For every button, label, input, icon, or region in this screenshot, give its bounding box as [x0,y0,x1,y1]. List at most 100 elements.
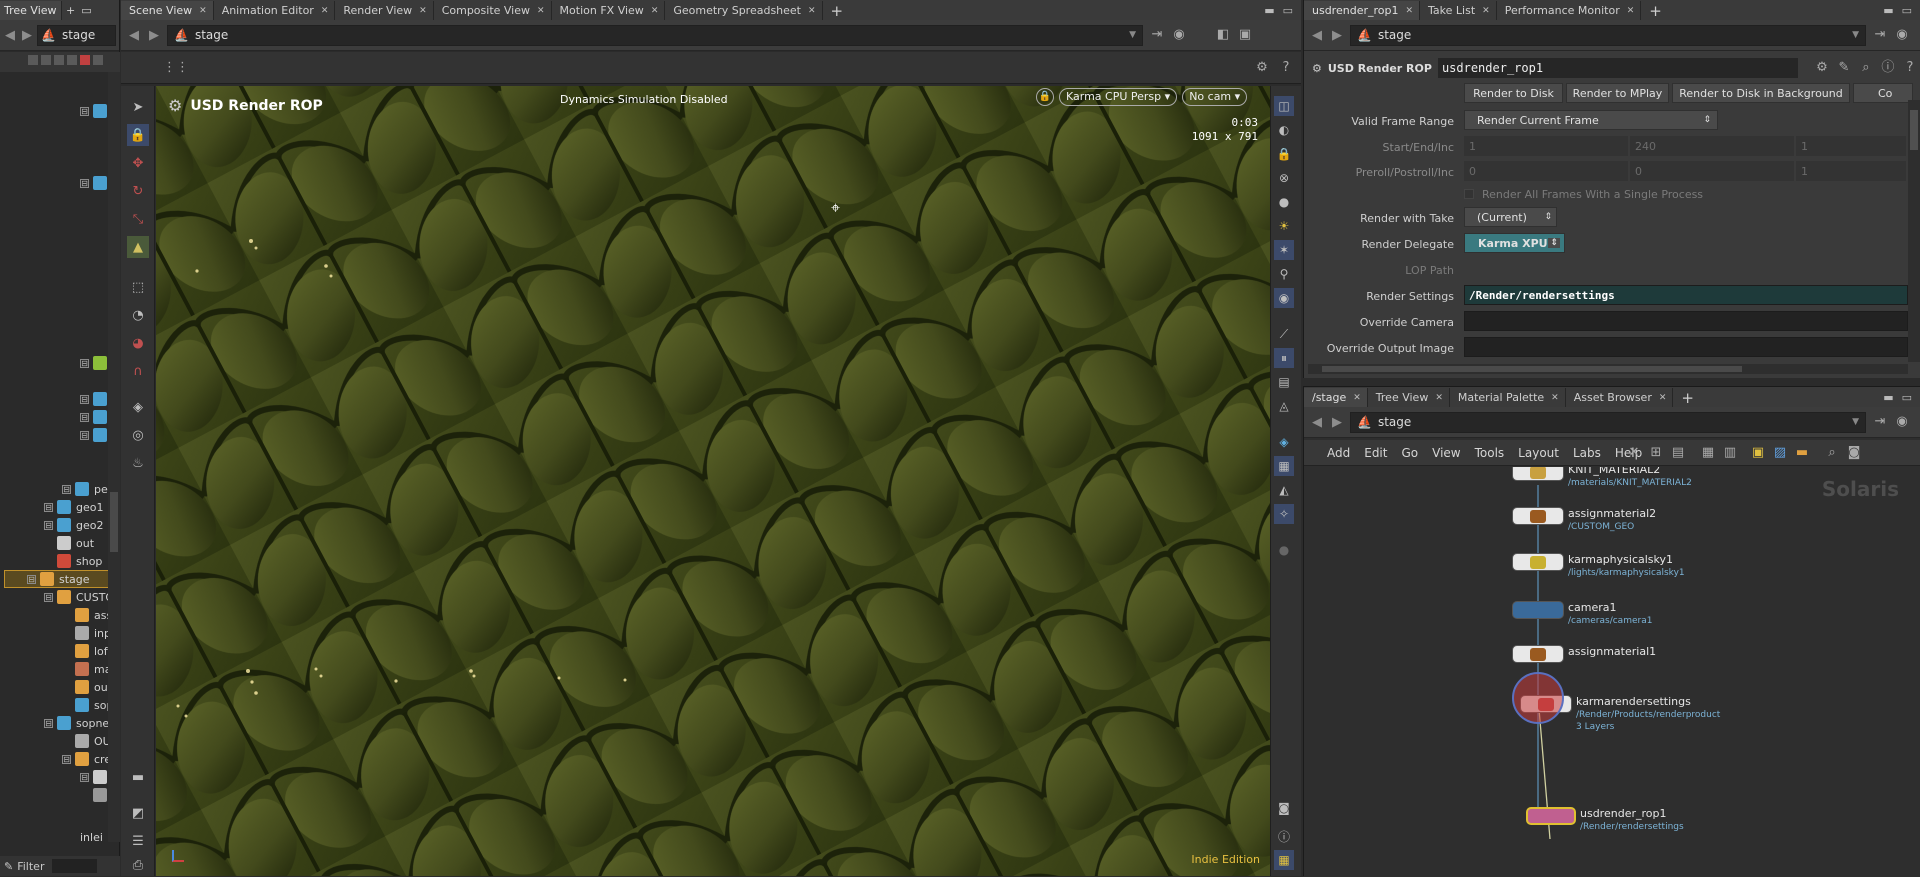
scale-tool-icon[interactable]: ⤡ [127,208,149,230]
tree-row[interactable]: rer [98,264,108,282]
link-icon[interactable]: ◉ [1894,27,1910,43]
expand-icon[interactable]: ⊟ [80,358,89,368]
viewport-path-field[interactable]: ⛵ stage ▼ [167,24,1143,46]
tree-row[interactable]: assign [62,606,108,624]
maximize-icon[interactable]: ▭ [1902,389,1912,407]
tab-network-1[interactable]: Tree View ✕ [1367,388,1450,407]
palette-icon[interactable]: ◈ [1274,432,1294,452]
tree-row[interactable] [80,786,108,804]
tree-row[interactable]: rer [98,300,108,318]
expand-icon[interactable]: ⊟ [80,772,89,782]
film-icon[interactable]: ▤ [1274,372,1294,392]
info-icon[interactable]: ⓘ [1274,826,1294,846]
close-icon[interactable]: ✕ [1435,393,1443,403]
link-icon[interactable]: ◉ [1894,414,1910,430]
image-icon[interactable]: ▨ [1772,445,1788,461]
pin-icon[interactable]: ⇥ [1872,27,1888,43]
display-options-icon[interactable]: ◫ [1274,96,1294,116]
menu-go[interactable]: Go [1394,446,1425,460]
close-icon[interactable]: ✕ [1659,393,1667,403]
paint-icon[interactable]: ◩ [127,802,149,824]
node-body[interactable] [1512,507,1564,525]
lock-tool-icon[interactable]: 🔒 [127,124,149,146]
pin-icon[interactable]: ⇥ [1149,27,1165,43]
add-tab-icon[interactable]: + [1673,389,1702,407]
expand-icon[interactable]: ⊟ [80,394,89,404]
pane-menu-icon[interactable]: ▬ [1883,389,1893,407]
camera-dropdown[interactable]: No cam ▾ [1182,88,1248,106]
tree-row[interactable]: OU [62,732,108,750]
add-tab-icon[interactable]: + [823,2,852,20]
tree-icon[interactable]: ⊞ [1648,445,1664,461]
back-icon[interactable]: ◀ [1310,28,1324,43]
paint-bucket-icon[interactable]: ◬ [1274,396,1294,416]
tree-row[interactable]: ⊟ sopne [44,714,108,732]
maximize-icon[interactable]: ▭ [1283,2,1293,20]
tree-row[interactable]: ⊟ petal [62,480,108,498]
tree-row[interactable]: ⊟slo [80,354,108,372]
tree-row[interactable]: output [62,678,108,696]
override-camera-field[interactable] [1464,311,1908,331]
lock-icon[interactable]: 🔒 [1036,88,1054,106]
camera-view-icon[interactable]: ◉ [1274,288,1294,308]
forward-icon[interactable]: ▶ [147,28,161,43]
tab-viewport-3[interactable]: Composite View ✕ [433,1,552,20]
stack-icon[interactable]: ☰ [127,830,149,852]
inc-frame-field[interactable]: 1 [1796,136,1906,156]
tree-row[interactable]: sul [98,372,108,390]
end-frame-field[interactable]: 240 [1630,136,1794,156]
network-node[interactable]: KNIT_MATERIAL2/materials/KNIT_MATERIAL2 [1512,467,1692,489]
menu-labs[interactable]: Labs [1566,446,1608,460]
transform-tool-icon[interactable]: ✥ [127,152,149,174]
dot-icon[interactable]: ● [1274,540,1294,560]
network-node[interactable]: usdrender_rop1/Render/rendersettings [1526,807,1684,833]
preroll-field[interactable]: 0 [1464,161,1628,181]
tree-row[interactable]: rer [98,336,108,354]
tree-row[interactable]: tra [98,462,108,480]
start-frame-field[interactable]: 1 [1464,136,1628,156]
tree-row[interactable]: mu [98,138,108,156]
wrench-icon[interactable]: ✕ [1626,445,1642,461]
maximize-icon[interactable]: ▭ [1902,2,1912,20]
close-icon[interactable]: ✕ [1405,6,1413,16]
light-tool-icon[interactable]: ♨ [127,452,149,474]
node-body[interactable] [1512,553,1564,571]
close-icon[interactable]: ✕ [199,6,207,16]
guide-icon[interactable]: ◭ [1274,480,1294,500]
tab-params-0[interactable]: usdrender_rop1 ✕ [1304,1,1421,20]
network-path-field[interactable]: ⛵ stage ▼ [1350,411,1866,433]
menu-view[interactable]: View [1425,446,1467,460]
left-path-field[interactable]: ⛵ stage [37,24,116,46]
tree-scrollbar[interactable] [108,72,120,842]
expand-icon[interactable]: ⊟ [44,592,53,602]
menu-tools[interactable]: Tools [1468,446,1512,460]
info-icon[interactable]: ⓘ [1880,60,1896,76]
bulb-icon[interactable]: ⚲ [1274,264,1294,284]
tree-row[interactable]: ⊟pre [80,174,108,192]
expand-icon[interactable]: ⊟ [80,106,89,116]
tree-row[interactable]: ⊟ geo1 [44,498,108,516]
help-icon[interactable]: ? [1902,60,1918,76]
network-node[interactable]: camera1/cameras/camera1 [1512,601,1652,627]
lasso-tool-icon[interactable]: ◔ [127,304,149,326]
tree-row[interactable]: input [62,624,108,642]
expand-icon[interactable]: ⊟ [62,754,71,764]
folder-icon[interactable]: ▬ [1794,445,1810,461]
tree-row[interactable]: shop [44,552,108,570]
network-node[interactable]: assignmaterial1 [1512,645,1656,663]
expand-icon[interactable]: ⊟ [27,574,36,584]
list-icon[interactable]: ▤ [1670,445,1686,461]
camera-icon[interactable]: ◧ [1215,27,1231,43]
node-name-field[interactable]: usdrender_rop1 [1437,58,1798,78]
hscroll-thumb[interactable] [1322,366,1742,372]
pause-icon[interactable]: ⏸ [1274,348,1294,368]
pane-menu-icon[interactable]: ▭ [81,4,91,17]
expand-icon[interactable]: ⊟ [80,412,89,422]
light-icon[interactable]: ✶ [1274,240,1294,260]
render-settings-field[interactable]: /Render/rendersettings [1464,285,1908,305]
tree-row[interactable]: sopim [62,696,108,714]
network-canvas[interactable]: Solaris KNIT_MATERIAL2/materials/KNIT_MA… [1304,467,1909,877]
close-icon[interactable]: ✕ [419,6,427,16]
snap-tool-icon[interactable]: ◕ [127,332,149,354]
select-tool-icon[interactable]: ➤ [127,96,149,118]
